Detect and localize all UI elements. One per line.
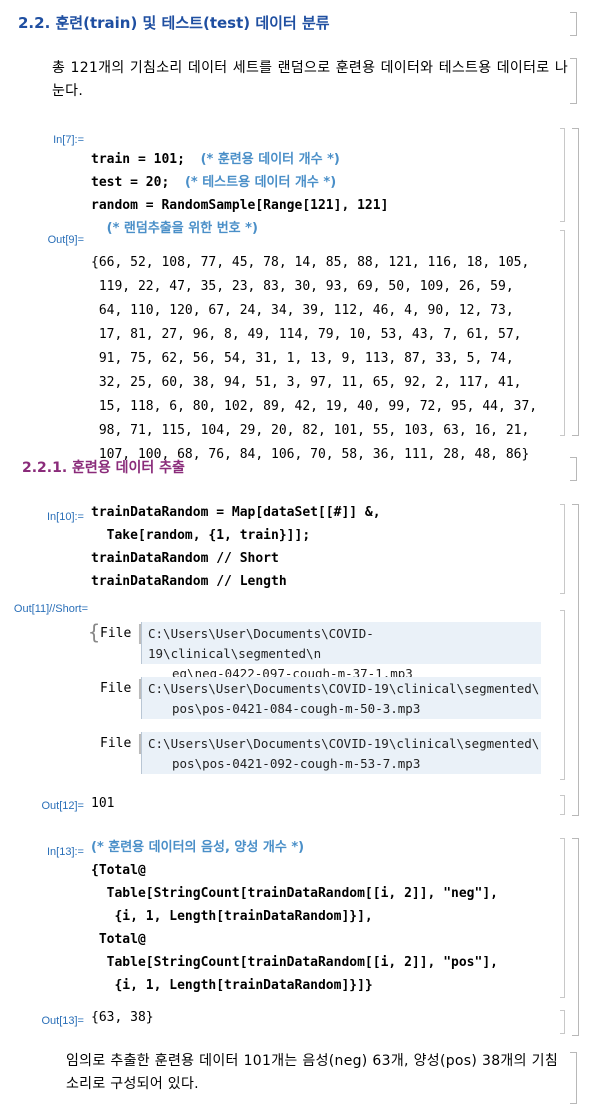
- output-line: 64, 110, 120, 67, 24, 34, 39, 112, 46, 4…: [91, 303, 514, 318]
- code-line: test = 20;: [91, 175, 170, 190]
- code-line: Take[random, {1, train}]];: [91, 528, 311, 543]
- file-path-line: C:\Users\User\Documents\COVID-19\clinica…: [148, 736, 540, 751]
- code-line: trainDataRandom = Map[dataSet[[#]] &,: [91, 505, 381, 520]
- cell-group-bracket[interactable]: [572, 128, 579, 436]
- file-path-line: C:\Users\User\Documents\COVID-19\clinica…: [148, 626, 374, 661]
- input-cell-13[interactable]: (* 훈련용 데이터의 음성, 양성 개수 *) {Total@ Table[S…: [91, 836, 498, 997]
- code-line: {Total@: [91, 863, 146, 878]
- cell-bracket[interactable]: [570, 457, 577, 481]
- code-line: train = 101;: [91, 152, 185, 167]
- file-object[interactable]: C:\Users\User\Documents\COVID-19\clinica…: [141, 732, 541, 774]
- file-keyword: File: [100, 681, 132, 696]
- input-label: In[10]:=: [46, 511, 84, 523]
- code-line: random = RandomSample[Range[121], 121]: [91, 198, 389, 213]
- output-label: Out[13]=: [41, 1015, 84, 1027]
- input-bracket[interactable]: [560, 504, 565, 594]
- output-label: Out[11]//Short=: [13, 603, 88, 615]
- code-line: Table[StringCount[trainDataRandom[[i, 2]…: [91, 955, 498, 970]
- cell-group-bracket[interactable]: [572, 504, 579, 816]
- code-line: trainDataRandom // Length: [91, 574, 287, 589]
- file-path-line: pos\pos-0421-092-cough-m-53-7.mp3: [172, 756, 421, 771]
- input-label: In[7]:=: [53, 134, 84, 146]
- output-bracket[interactable]: [560, 230, 565, 436]
- code-line: {i, 1, Length[trainDataRandom]}],: [91, 909, 373, 924]
- code-comment: (* 훈련용 데이터 개수 *): [200, 152, 340, 167]
- input-cell-10[interactable]: trainDataRandom = Map[dataSet[[#]] &, Ta…: [91, 501, 381, 593]
- list-open-brace: {: [88, 620, 101, 644]
- input-bracket[interactable]: [560, 128, 565, 222]
- file-keyword: File: [100, 626, 132, 641]
- output-label: Out[9]=: [47, 234, 84, 246]
- output-bracket[interactable]: [560, 795, 565, 815]
- cell-bracket[interactable]: [570, 12, 577, 36]
- output-cell-9[interactable]: {66, 52, 108, 77, 45, 78, 14, 85, 88, 12…: [91, 227, 537, 467]
- file-path-line: C:\Users\User\Documents\COVID-19\clinica…: [148, 681, 540, 696]
- output-line: 15, 118, 6, 80, 102, 89, 42, 19, 40, 99,…: [91, 399, 538, 414]
- output-label: Out[12]=: [41, 800, 84, 812]
- output-bracket[interactable]: [560, 610, 565, 780]
- cell-group-bracket[interactable]: [572, 838, 579, 1036]
- output-line: 32, 25, 60, 38, 94, 51, 3, 97, 11, 65, 9…: [91, 375, 522, 390]
- input-label: In[13]:=: [46, 846, 84, 858]
- code-line: Table[StringCount[trainDataRandom[[i, 2]…: [91, 886, 498, 901]
- cell-bracket[interactable]: [570, 1052, 577, 1104]
- intro-text: 총 121개의 기침소리 데이터 세트를 랜덤으로 훈련용 데이터와 테스트용 …: [52, 60, 568, 99]
- input-cell-7[interactable]: train = 101; (* 훈련용 데이터 개수 *) test = 20;…: [91, 125, 388, 240]
- subsection-title: 2.2.1. 훈련용 데이터 추출: [22, 460, 185, 476]
- file-keyword: File: [100, 736, 132, 751]
- input-bracket[interactable]: [560, 838, 565, 998]
- output-line: {66, 52, 108, 77, 45, 78, 14, 85, 88, 12…: [91, 255, 530, 270]
- summary-text: 임의로 추출한 훈련용 데이터 101개는 음성(neg) 63개, 양성(po…: [66, 1053, 558, 1092]
- output-line: 119, 22, 47, 35, 23, 83, 30, 93, 69, 50,…: [91, 279, 514, 294]
- code-comment: (* 테스트용 데이터 개수 *): [184, 175, 337, 190]
- file-object[interactable]: C:\Users\User\Documents\COVID-19\clinica…: [141, 622, 541, 681]
- file-object[interactable]: C:\Users\User\Documents\COVID-19\clinica…: [141, 677, 541, 719]
- output-cell-12[interactable]: 101: [91, 792, 114, 816]
- output-line: 17, 81, 27, 96, 8, 49, 114, 79, 10, 53, …: [91, 327, 522, 342]
- code-line: trainDataRandom // Short: [91, 551, 279, 566]
- output-bracket[interactable]: [560, 1010, 565, 1034]
- file-path-line: pos\pos-0421-084-cough-m-50-3.mp3: [172, 701, 421, 716]
- output-cell-13[interactable]: {63, 38}: [91, 1006, 154, 1030]
- code-line: {i, 1, Length[trainDataRandom]}]}: [91, 978, 373, 993]
- section-title: 2.2. 훈련(train) 및 테스트(test) 데이터 분류: [18, 14, 330, 32]
- cell-bracket[interactable]: [570, 58, 577, 104]
- output-line: 98, 71, 115, 104, 29, 20, 82, 101, 55, 1…: [91, 423, 530, 438]
- code-comment: (* 훈련용 데이터의 음성, 양성 개수 *): [91, 840, 305, 855]
- code-line: Total@: [91, 932, 146, 947]
- output-line: 91, 75, 62, 56, 54, 31, 1, 13, 9, 113, 8…: [91, 351, 514, 366]
